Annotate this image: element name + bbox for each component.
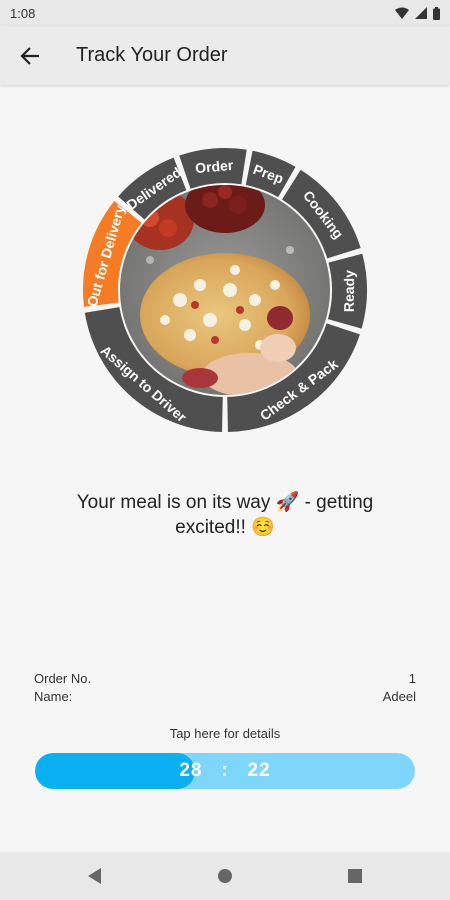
nav-back-icon — [88, 868, 101, 884]
stage-segment-order[interactable] — [179, 148, 247, 189]
nav-home-icon — [218, 869, 232, 883]
stage-segment-cooking[interactable] — [282, 169, 361, 259]
stage-segment-ready[interactable] — [327, 253, 367, 329]
order-number-row: Order No. 1 — [34, 671, 416, 686]
status-time: 1:08 — [10, 6, 36, 21]
nav-recents-button[interactable] — [345, 866, 365, 886]
stage-segment-out_for_delivery[interactable] — [83, 201, 142, 307]
navigation-bar — [0, 852, 450, 900]
arrow-left-icon — [20, 47, 39, 65]
signal-icon — [415, 7, 427, 19]
wifi-icon — [395, 7, 409, 19]
app-bar: Track Your Order — [0, 26, 450, 85]
status-icons — [395, 6, 440, 20]
nav-home-button[interactable] — [215, 866, 235, 886]
order-name-value: Adeel — [382, 689, 416, 704]
timer-display: 28 : 22 — [35, 753, 415, 789]
details-link[interactable]: Tap here for details — [0, 726, 450, 741]
order-number-value: 1 — [408, 671, 416, 686]
order-name-label: Name: — [34, 689, 73, 704]
stage-ring: Order PrepCookingReadyCheck & PackAssign … — [83, 148, 367, 432]
timer-minutes: 28 — [179, 760, 203, 781]
status-bar: 1:08 — [0, 0, 450, 26]
stage-segment-check_pack[interactable] — [227, 323, 360, 432]
timer-progress-bar[interactable]: 28 : 22 — [35, 753, 415, 789]
order-name-row: Name: Adeel — [34, 689, 416, 704]
timer-separator: : — [221, 760, 229, 781]
stage-segment-assign_driver[interactable] — [84, 307, 223, 432]
page-title: Track Your Order — [76, 44, 228, 66]
nav-back-button[interactable] — [85, 866, 105, 886]
timer-seconds: 22 — [247, 760, 271, 781]
stage-segment-delivered[interactable] — [118, 157, 187, 220]
order-number-label: Order No. — [34, 671, 92, 686]
back-button[interactable] — [14, 40, 46, 72]
nav-recents-icon — [348, 869, 362, 883]
status-message: Your meal is on its way 🚀 - getting exci… — [76, 492, 374, 538]
battery-icon — [433, 6, 440, 20]
